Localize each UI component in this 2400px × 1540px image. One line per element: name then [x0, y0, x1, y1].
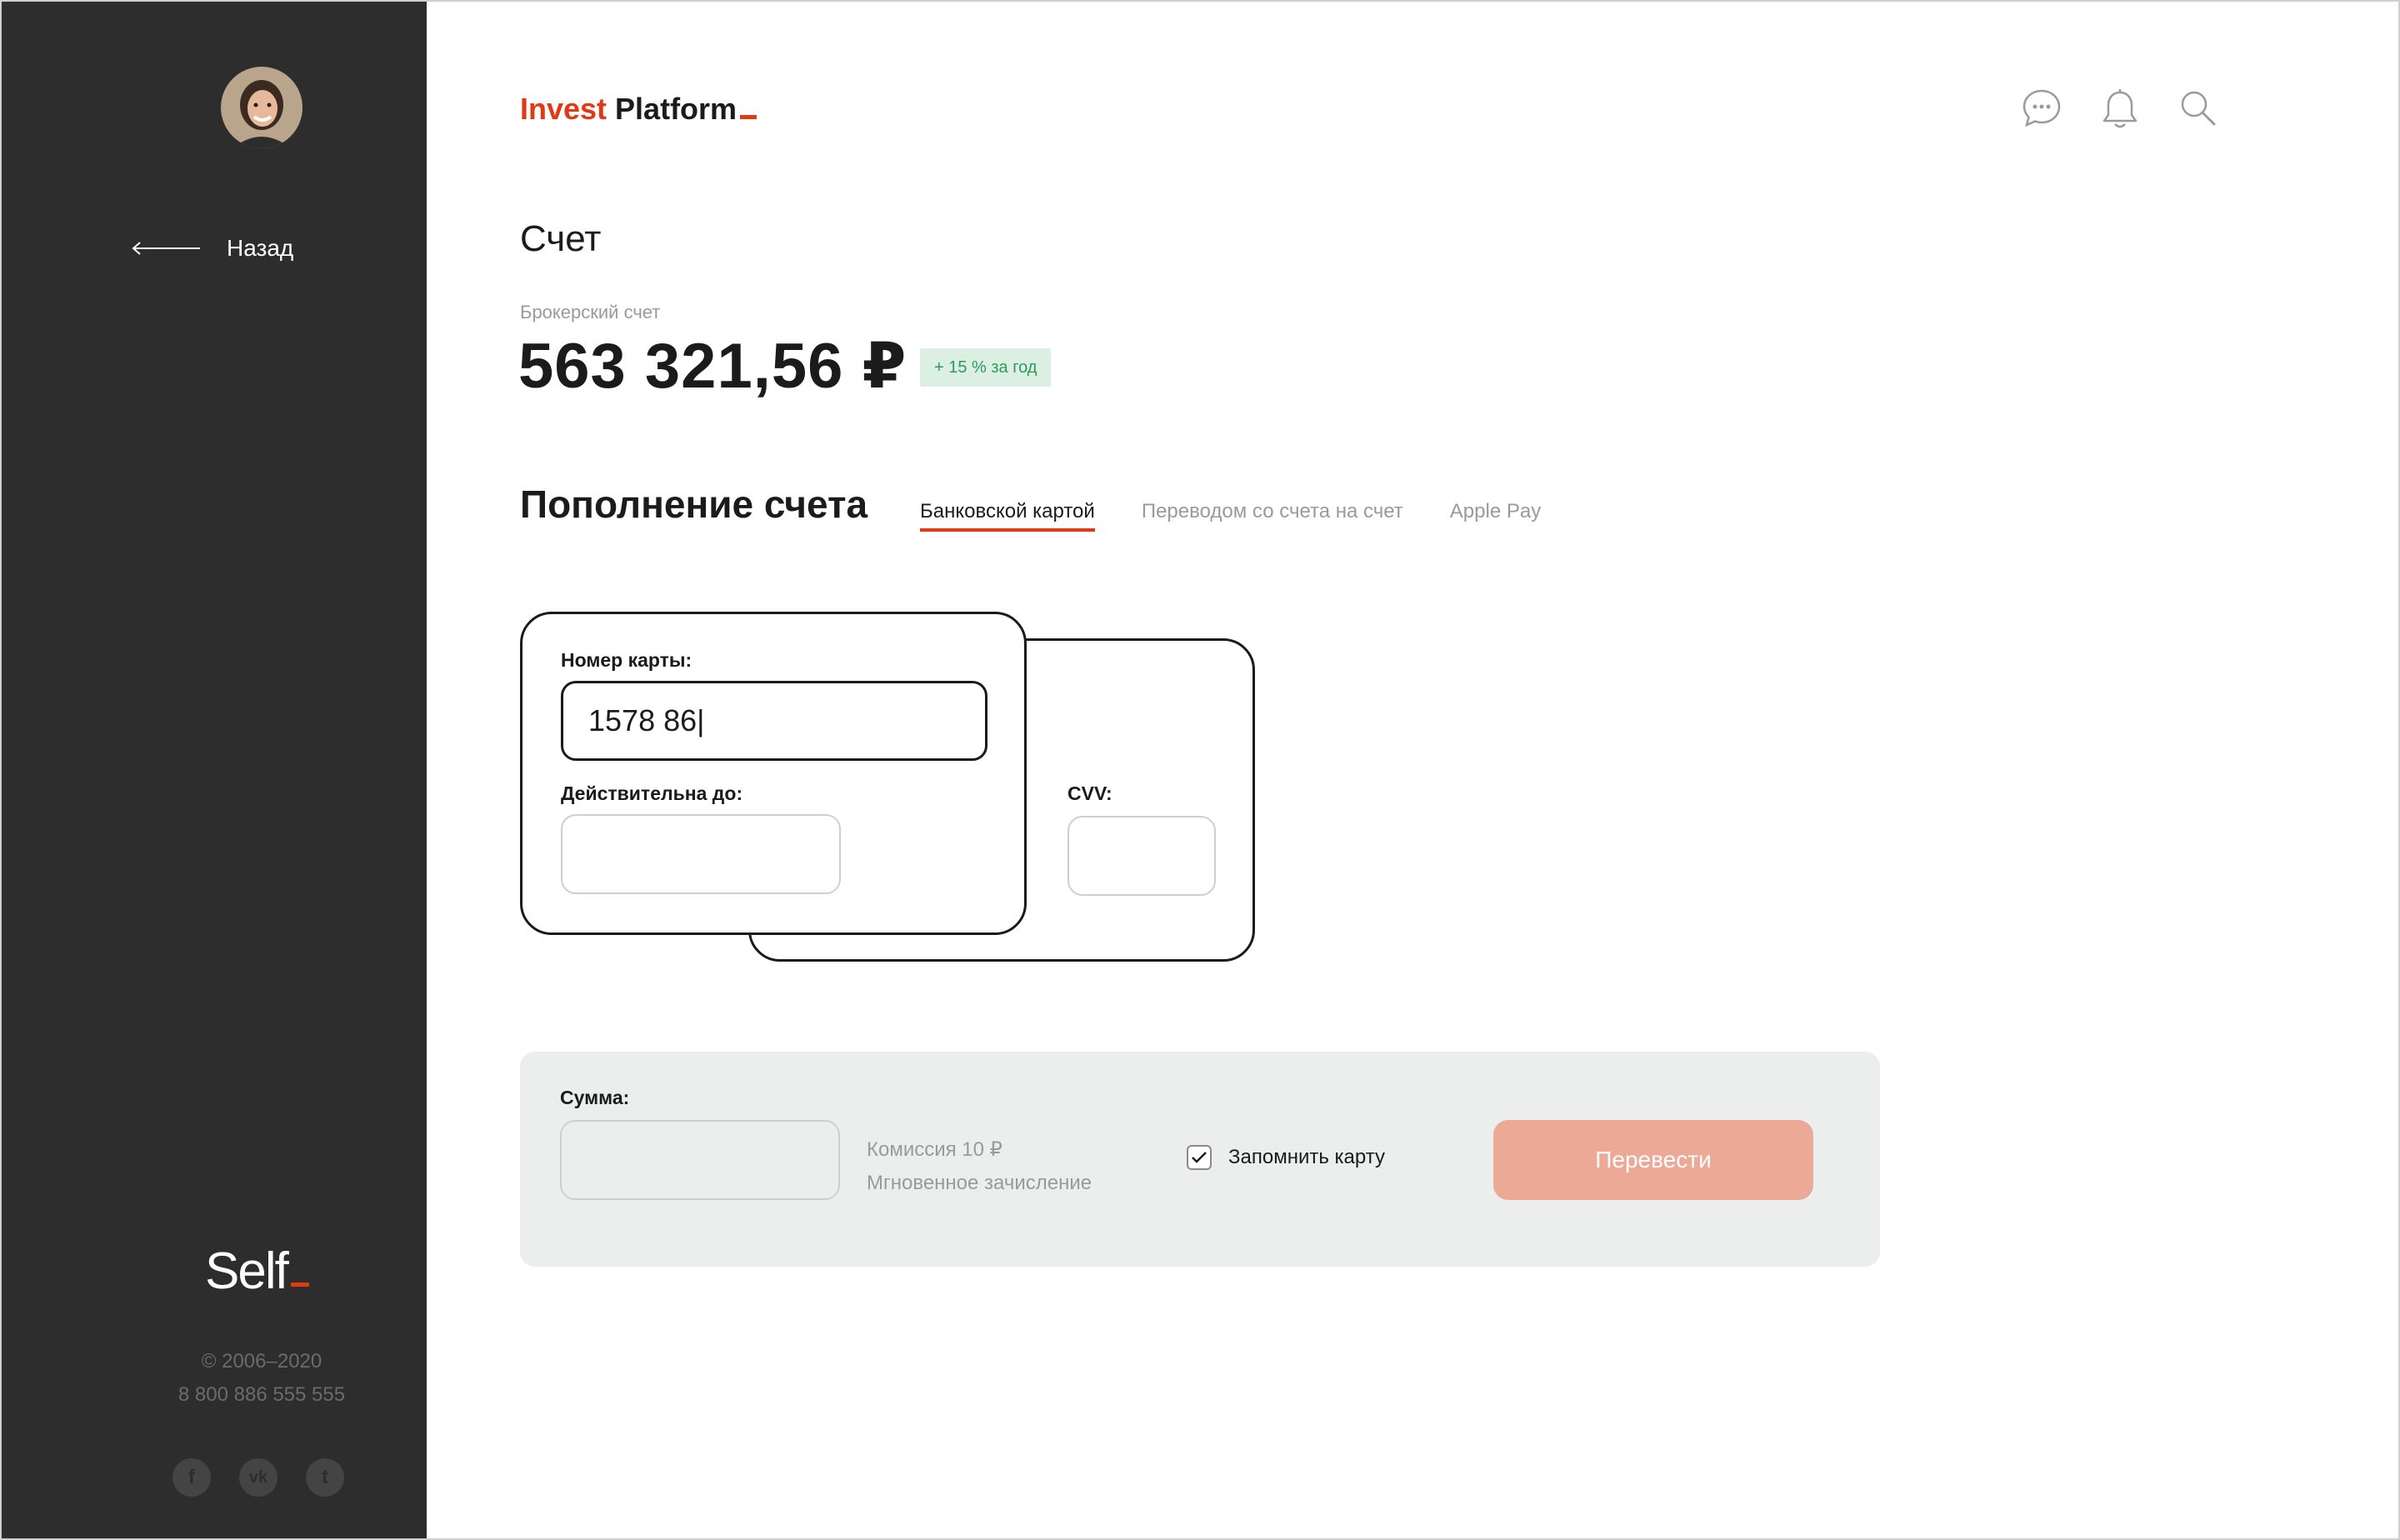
social-links: f vk t	[172, 1458, 344, 1497]
facebook-icon[interactable]: f	[172, 1458, 211, 1497]
remember-card-checkbox[interactable]	[1187, 1145, 1212, 1170]
amount-label: Сумма:	[560, 1087, 630, 1108]
instant-text: Мгновенное зачисление	[867, 1172, 1092, 1194]
page-title: Счет	[520, 218, 602, 259]
amount-field[interactable]	[560, 1120, 840, 1200]
chat-icon[interactable]	[2020, 87, 2063, 130]
header-actions	[2020, 87, 2220, 130]
logo-accent: Invest	[520, 92, 608, 126]
card-number-label: Номер карты:	[561, 649, 692, 671]
bell-icon[interactable]	[2098, 87, 2142, 130]
back-label: Назад	[227, 235, 294, 261]
amount-panel: Сумма: Комиссия 10 ₽ Мгновенное зачислен…	[520, 1052, 1880, 1267]
commission-text: Комиссия 10 ₽	[867, 1138, 1002, 1161]
avatar[interactable]	[221, 67, 302, 148]
arrow-left-icon	[132, 242, 200, 255]
expiry-field[interactable]	[561, 814, 841, 894]
phone-number[interactable]: 8 800 886 555 555	[2, 1383, 522, 1407]
brand-name: Self	[205, 1242, 289, 1300]
tab-bank-card[interactable]: Банковской картой	[920, 500, 1095, 532]
remember-card-label: Запомнить карту	[1228, 1146, 1385, 1168]
expiry-label: Действительна до:	[561, 782, 743, 804]
logo-main: Platform	[615, 92, 738, 126]
brand-cursor	[290, 1282, 309, 1287]
card-front: Номер карты: Действительна до:	[520, 612, 1027, 935]
transfer-button[interactable]: Перевести	[1493, 1120, 1813, 1200]
card-number-field[interactable]	[561, 681, 988, 761]
logo-cursor	[740, 115, 758, 119]
avatar-image	[221, 67, 302, 148]
transfer-info: Комиссия 10 ₽ Мгновенное зачисление	[867, 1133, 1092, 1200]
copyright: © 2006–2020	[201, 1350, 322, 1372]
cvv-field[interactable]	[1068, 816, 1216, 896]
growth-badge: + 15 % за год	[920, 348, 1052, 387]
account-balance: 563 321,56 ₽	[518, 331, 908, 402]
payment-method-tabs: Банковской картой Переводом со счета на …	[920, 500, 1541, 532]
checkmark-icon	[1192, 1152, 1207, 1163]
tab-apple-pay[interactable]: Apple Pay	[1450, 500, 1541, 532]
account-type-label: Брокерский счет	[520, 302, 661, 322]
sidebar: Назад Self © 2006–2020 8 800 886 555 555…	[2, 2, 427, 1538]
tab-account-transfer[interactable]: Переводом со счета на счет	[1142, 500, 1403, 532]
back-link[interactable]: Назад	[132, 230, 293, 267]
remember-card-toggle[interactable]: Запомнить карту	[1187, 1145, 1385, 1170]
app-logo[interactable]: Invest Platform	[520, 92, 758, 127]
search-icon[interactable]	[2177, 87, 2220, 130]
brand-logo: Self	[205, 1242, 309, 1301]
section-title: Пополнение счета	[520, 482, 868, 526]
twitter-icon[interactable]: t	[306, 1458, 344, 1497]
vk-icon[interactable]: vk	[239, 1458, 278, 1497]
cvv-label: CVV:	[1068, 782, 1112, 804]
